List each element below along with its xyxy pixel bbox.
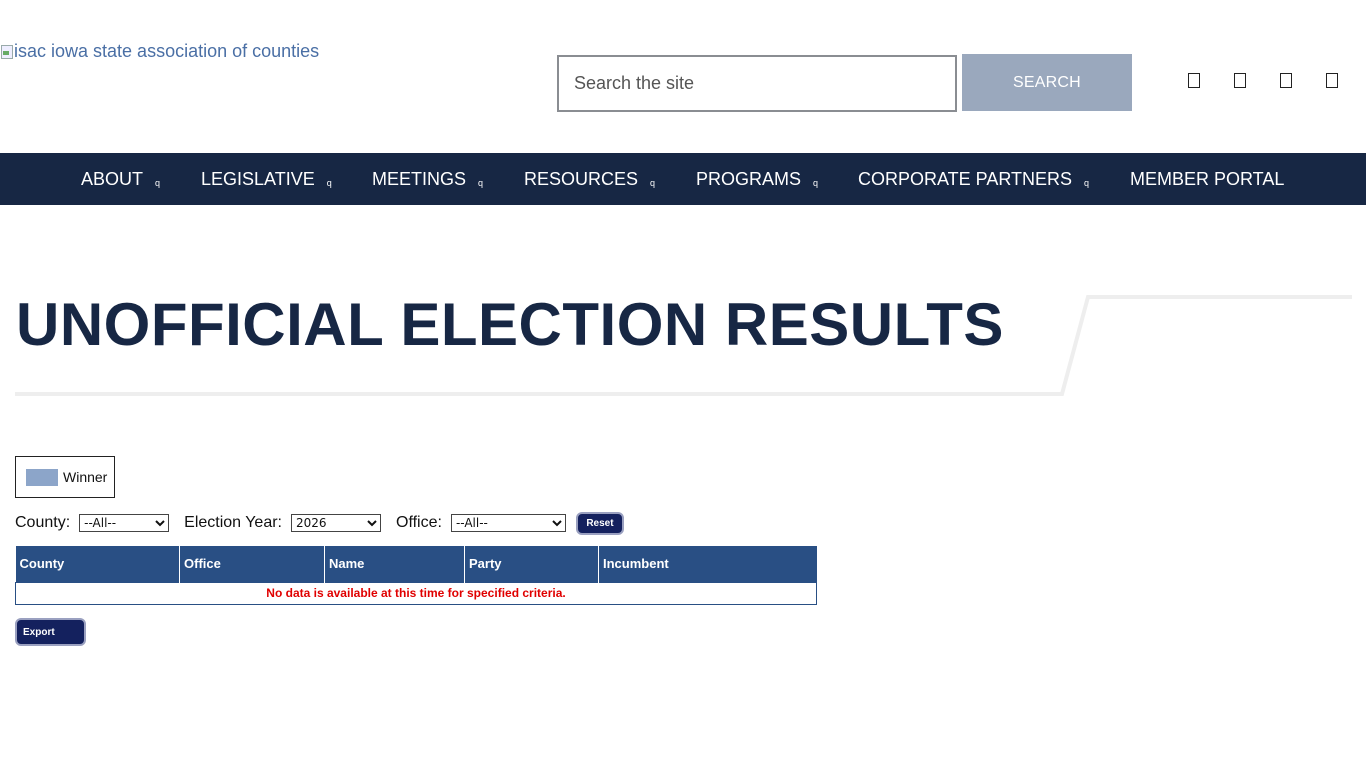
- export-button[interactable]: Export: [15, 618, 86, 646]
- nav-item-label: LEGISLATIVE: [201, 168, 315, 189]
- column-header-name[interactable]: Name: [324, 546, 465, 582]
- nav-item-label: RESOURCES: [524, 168, 639, 189]
- chevron-down-icon: q: [326, 178, 332, 188]
- table-header-row: County Office Name Party Incumbent: [15, 546, 817, 582]
- nav-item-label: PROGRAMS: [696, 168, 802, 189]
- nav-item-legislative[interactable]: LEGISLATIVE q: [201, 153, 332, 205]
- nav-item-label: CORPORATE PARTNERS: [858, 168, 1073, 189]
- nav-item-member-portal[interactable]: MEMBER PORTAL: [1130, 153, 1284, 205]
- county-select[interactable]: --All--: [79, 514, 170, 532]
- nav-item-label: MEMBER PORTAL: [1130, 168, 1285, 189]
- election-year-select[interactable]: 2026: [291, 514, 381, 532]
- column-header-party[interactable]: Party: [464, 546, 599, 582]
- facebook-icon[interactable]: [1188, 73, 1200, 88]
- nav-item-about[interactable]: ABOUT q: [81, 153, 160, 205]
- chevron-down-icon: q: [1084, 178, 1090, 188]
- filters-bar: County: --All-- Election Year: 2026 Offi…: [15, 511, 624, 535]
- county-label: County:: [15, 514, 71, 531]
- table-row: No data is available at this time for sp…: [15, 581, 817, 605]
- results-table: County Office Name Party Incumbent No da…: [15, 546, 817, 605]
- nav-item-meetings[interactable]: MEETINGS q: [372, 153, 483, 205]
- logo-alt-text: isac iowa state association of counties: [14, 41, 320, 61]
- social-links: [1188, 73, 1366, 88]
- empty-message: No data is available at this time for sp…: [15, 581, 817, 605]
- search-button[interactable]: SEARCH: [962, 54, 1132, 111]
- search-input[interactable]: [557, 55, 957, 112]
- legend: Winner: [15, 456, 115, 498]
- nav-item-programs[interactable]: PROGRAMS q: [696, 153, 818, 205]
- linkedin-icon[interactable]: [1280, 73, 1292, 88]
- page-title: UNOFFICIAL ELECTION RESULTS: [16, 291, 1004, 358]
- nav-item-label: MEETINGS: [372, 168, 467, 189]
- column-header-incumbent[interactable]: Incumbent: [598, 546, 817, 582]
- chevron-down-icon: q: [813, 178, 819, 188]
- nav-item-corporate-partners[interactable]: CORPORATE PARTNERS q: [858, 153, 1089, 205]
- nav-item-resources[interactable]: RESOURCES q: [524, 153, 655, 205]
- chevron-down-icon: q: [650, 178, 656, 188]
- twitter-icon[interactable]: [1234, 73, 1246, 88]
- winner-swatch: [26, 468, 58, 486]
- youtube-icon[interactable]: [1326, 73, 1338, 88]
- election-year-label: Election Year:: [184, 514, 282, 531]
- site-logo[interactable]: isac iowa state association of counties: [0, 41, 319, 62]
- broken-image-icon: [0, 44, 14, 60]
- chevron-down-icon: q: [155, 178, 161, 188]
- chevron-down-icon: q: [478, 178, 484, 188]
- legend-winner-label: Winner: [63, 469, 108, 485]
- office-label: Office:: [396, 514, 442, 531]
- reset-button[interactable]: Reset: [575, 511, 624, 535]
- column-header-county[interactable]: County: [15, 546, 180, 582]
- nav-item-label: ABOUT: [81, 168, 144, 189]
- main-nav: ABOUT q LEGISLATIVE q MEETINGS q RESOURC…: [0, 153, 1366, 205]
- column-header-office[interactable]: Office: [179, 546, 325, 582]
- office-select[interactable]: --All--: [450, 514, 566, 532]
